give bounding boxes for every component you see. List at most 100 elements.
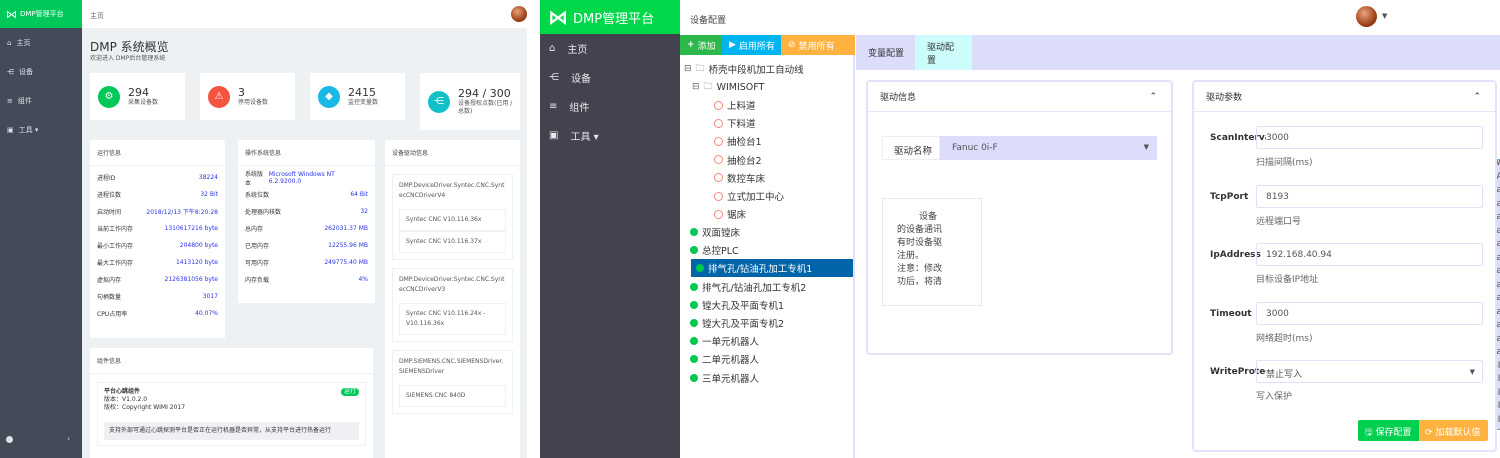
node-label: 双面镗床 bbox=[702, 228, 741, 239]
driver-version: Syntec CNC V10.116.37x bbox=[399, 231, 506, 253]
sad-face-icon bbox=[714, 173, 723, 183]
sidebar-item[interactable]: ⌂ 主页 bbox=[540, 34, 680, 63]
enable-all-button[interactable]: ▶ 启用所有 bbox=[722, 35, 781, 55]
load-default-button[interactable]: ⟳ 加载默认值 bbox=[1419, 420, 1488, 441]
tree-node-device-online[interactable]: 二单元机器人 bbox=[690, 350, 759, 368]
driver-info-panel: 设备驱动信息 DMP.DeviceDriver.Syntec.CNC.Syntec… bbox=[385, 140, 520, 458]
button-label: 禁用所有 bbox=[798, 41, 835, 52]
add-button[interactable]: + 添加 bbox=[680, 35, 722, 55]
info-row: 处理器内核数 32 bbox=[238, 203, 375, 220]
stat-card: ⋲ 294 / 300 设备授权点数(已用 / 总数) bbox=[420, 73, 520, 130]
node-label: 下料道 bbox=[727, 119, 756, 131]
sidebar-item[interactable]: ▣ 工具 ▾ bbox=[0, 117, 82, 143]
sidebar-item-label: 组件 bbox=[17, 97, 32, 105]
param-select[interactable]: 禁止写入 ▼ bbox=[1256, 360, 1483, 383]
info-value: 2018/12/13 下午8:20:28 bbox=[146, 209, 218, 216]
tree-node-device-online[interactable]: 排气孔/钻油孔加工专机2 bbox=[690, 278, 806, 296]
info-row: 当前工作内存 1310617216 byte bbox=[90, 220, 225, 237]
collapse-icon[interactable]: ⌃ bbox=[1149, 92, 1157, 102]
tree-node-root[interactable]: ⊟ 🗀 桥壳中段机加工自动线 bbox=[684, 60, 804, 78]
component-copyright: 版权：Copyright WIMI 2017 bbox=[104, 404, 186, 411]
info-row: 句柄数量 3017 bbox=[90, 288, 225, 305]
share-icon: ⋲ bbox=[7, 68, 14, 76]
driver-name-select[interactable]: Fanuc 0i-F ▼ bbox=[940, 136, 1157, 160]
component-description: 支持外部可通过心跳探测平台是否正在运行机器是否异常，从支持平台进行热备运行 bbox=[104, 422, 359, 440]
tree-node-device-offline[interactable]: 下料道 bbox=[714, 114, 756, 132]
caret-down-icon: ▼ bbox=[1143, 143, 1149, 151]
list-icon: ≡ bbox=[7, 97, 13, 105]
avatar[interactable] bbox=[511, 6, 527, 22]
panel-title: 设备驱动信息 bbox=[385, 140, 520, 166]
minus-square-icon[interactable]: ⊟ bbox=[684, 64, 692, 74]
info-value: 38224 bbox=[198, 174, 218, 181]
tree-node-group[interactable]: ⊟ 🗀 WIMISOFT bbox=[692, 78, 764, 96]
driver-group: DMP.DeviceDriver.Syntec.CNC.SyntecCNCDri… bbox=[392, 268, 513, 342]
info-key: 最小工作内存 bbox=[97, 243, 134, 250]
sad-face-icon bbox=[714, 209, 723, 219]
gear-icon: ⚙ bbox=[98, 85, 120, 108]
param-help: 网络超时(ms) bbox=[1256, 333, 1313, 344]
collapse-sidebar-button[interactable]: ‹ bbox=[67, 434, 70, 443]
stat-card: ⚠ 3 停用设备数 bbox=[200, 73, 295, 120]
sidebar-item[interactable]: ▣ 工具 ▾ bbox=[540, 121, 680, 150]
save-config-button[interactable]: 🖫 保存配置 bbox=[1358, 420, 1419, 441]
sad-face-icon bbox=[714, 155, 723, 165]
gear-icon bbox=[690, 300, 698, 309]
info-row: CPU占用率 40.07% bbox=[90, 305, 225, 322]
info-icon[interactable] bbox=[6, 436, 13, 443]
sidebar-item-label: 设备 bbox=[19, 68, 33, 76]
tree-node-device-offline[interactable]: 抽检台1 bbox=[714, 132, 762, 150]
button-label: 保存配置 bbox=[1375, 428, 1412, 438]
driver-version: Syntec CNC V10.116.36x bbox=[399, 209, 506, 231]
info-key: 虚拟内存 bbox=[97, 277, 122, 284]
tree-node-device-offline[interactable]: 立式加工中心 bbox=[714, 187, 784, 205]
tree-node-device-online[interactable]: 镗大孔及平面专机1 bbox=[690, 296, 784, 314]
tab-driver-config[interactable]: 驱动配置 bbox=[915, 35, 972, 70]
param-input[interactable]: 192.168.40.94 bbox=[1256, 243, 1483, 266]
sidebar-item[interactable]: ≡ 组件 bbox=[540, 92, 680, 121]
node-label: 二单元机器人 bbox=[702, 355, 760, 367]
disable-all-button[interactable]: ⊘ 禁用所有 bbox=[781, 35, 855, 55]
info-key: 总内存 bbox=[245, 226, 264, 233]
app-logo[interactable]: ⋈ DMP管理平台 bbox=[0, 0, 82, 28]
tree-node-device-online[interactable]: 三单元机器人 bbox=[690, 369, 759, 387]
node-label: 镗大孔及平面专机2 bbox=[702, 319, 785, 330]
sidebar-item[interactable]: ⋲ 设备 bbox=[0, 59, 82, 85]
chevron-down-icon[interactable]: ▼ bbox=[1382, 12, 1387, 20]
tab-variable-config[interactable]: 变量配置 bbox=[856, 35, 916, 70]
tag-icon: ◆ bbox=[318, 85, 340, 108]
tree-node-device-selected[interactable]: 排气孔/钻油孔加工专机1 bbox=[691, 259, 853, 278]
app-logo[interactable]: ⋈ DMP管理平台 bbox=[540, 0, 680, 34]
stat-value: 294 bbox=[128, 86, 149, 99]
param-value: 8193 bbox=[1266, 191, 1289, 202]
tree-node-device-online[interactable]: 总控PLC bbox=[690, 241, 739, 259]
tree-node-device-online[interactable]: 一单元机器人 bbox=[690, 332, 759, 350]
info-value: 249775.40 MB bbox=[324, 259, 368, 266]
tree-node-device-offline[interactable]: 锯床 bbox=[714, 205, 746, 223]
param-input[interactable]: 3000 bbox=[1256, 126, 1483, 149]
gear-icon bbox=[690, 373, 698, 382]
info-key: 系统位数 bbox=[245, 192, 270, 199]
info-value: 32 Bit bbox=[200, 191, 218, 198]
user-avatar[interactable] bbox=[1356, 6, 1377, 27]
info-key: 进程位数 bbox=[97, 192, 122, 199]
page-subtitle: 欢迎进入 DMP后台管理系统 bbox=[90, 55, 166, 62]
tree-node-device-offline[interactable]: 抽检台2 bbox=[714, 151, 762, 169]
info-key: 可用内存 bbox=[245, 260, 270, 267]
collapse-icon[interactable]: ⌃ bbox=[1473, 92, 1481, 102]
sidebar-item[interactable]: ⋲ 设备 bbox=[540, 63, 680, 92]
breadcrumb[interactable]: 主页 bbox=[90, 12, 104, 20]
sad-face-icon bbox=[714, 100, 723, 110]
tree-node-device-online[interactable]: 镗大孔及平面专机2 bbox=[690, 314, 784, 332]
param-input[interactable]: 8193 bbox=[1256, 184, 1483, 208]
stat-card: ⚙ 294 采集设备数 bbox=[90, 73, 185, 120]
sidebar-item[interactable]: ≡ 组件 bbox=[0, 88, 82, 114]
sidebar-item[interactable]: ⌂ 主页 bbox=[0, 30, 82, 56]
minus-square-icon[interactable]: ⊟ bbox=[692, 82, 700, 92]
tree-node-device-online[interactable]: 双面镗床 bbox=[690, 223, 740, 241]
info-row: 进程位数 32 Bit bbox=[90, 186, 225, 203]
tree-node-device-offline[interactable]: 上料道 bbox=[714, 96, 756, 114]
param-input[interactable]: 3000 bbox=[1256, 301, 1483, 325]
note-line: 有时设备驱 bbox=[897, 238, 943, 248]
tree-node-device-offline[interactable]: 数控车床 bbox=[714, 169, 765, 187]
